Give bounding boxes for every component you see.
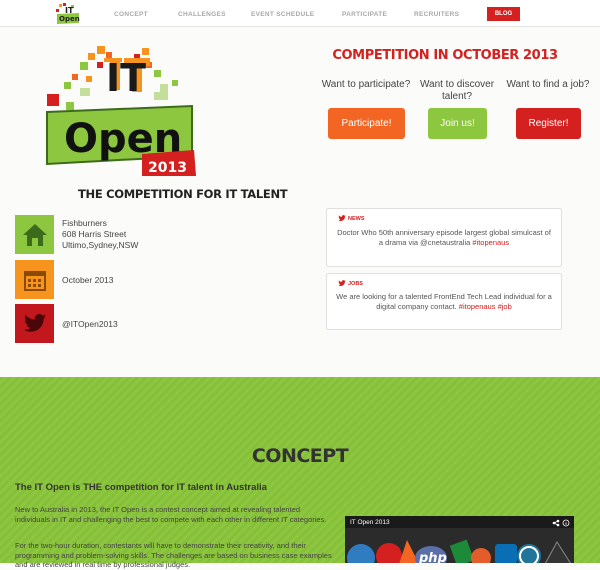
cta-question-discover: Want to discover talent?: [419, 79, 495, 102]
jobs-text: We are looking for a talented FrontEnd T…: [336, 292, 552, 311]
venue-address: Fishburners 608 Harris Street Ultimo,Syd…: [62, 218, 138, 251]
concept-title: CONCEPT: [251, 445, 349, 467]
concept-paragraph-1: New to Australia in 2013, the IT Open is…: [15, 505, 327, 524]
calendar-icon: [15, 260, 54, 299]
twitter-bird-icon: [338, 215, 346, 221]
competition-title: COMPETITION IN OCTOBER 2013: [332, 48, 558, 63]
twitter-icon[interactable]: [15, 304, 54, 343]
twitter-bird-icon: [338, 280, 346, 286]
concept-heading: The IT Open is THE competition for IT ta…: [15, 482, 267, 493]
nav-blog-button[interactable]: BLOG: [487, 7, 520, 21]
top-navbar: IT Open CONCEPT CHALLENGES EVENT SCHEDUL…: [0, 0, 600, 27]
jobs-hashtag-itopenaus[interactable]: #itopenaus: [459, 302, 496, 311]
cta-question-job: Want to find a job?: [506, 79, 590, 90]
news-text: Doctor Who 50th anniversary episode larg…: [337, 228, 551, 247]
home-icon: [15, 215, 54, 254]
jobs-hashtag-job[interactable]: #job: [498, 302, 512, 311]
event-date: October 2013: [62, 275, 114, 285]
svg-text:Open: Open: [59, 15, 80, 23]
nav-challenges[interactable]: CHALLENGES: [178, 11, 226, 18]
news-hashtag[interactable]: #itopenaus: [472, 238, 509, 247]
logo-it-block: IT: [104, 56, 150, 100]
participate-button[interactable]: Participate!: [328, 108, 405, 139]
twitter-handle[interactable]: @ITOpen2013: [62, 319, 118, 330]
cta-question-participate: Want to participate?: [321, 79, 411, 90]
nav-logo[interactable]: IT Open: [56, 3, 80, 25]
join-us-button[interactable]: Join us!: [428, 108, 487, 139]
svg-text:2013: 2013: [148, 160, 187, 176]
video-title: IT Open 2013: [350, 519, 390, 526]
news-label: NEWS: [338, 215, 365, 222]
svg-text:php: php: [418, 551, 447, 563]
concept-paragraph-2: For the two-hour duration, contestants w…: [15, 541, 332, 569]
video-player[interactable]: IT Open 2013 php: [345, 516, 574, 563]
nav-recruiters[interactable]: RECRUITERS: [414, 11, 459, 18]
nav-participate[interactable]: PARTICIPATE: [342, 11, 387, 18]
jobs-card: JOBS We are looking for a talented Front…: [326, 273, 562, 330]
video-thumbnail-tech-logos: php: [345, 528, 574, 563]
svg-text:IT: IT: [106, 56, 146, 100]
jobs-label: JOBS: [338, 280, 363, 287]
nav-concept[interactable]: CONCEPT: [114, 11, 148, 18]
venue-street: 608 Harris Street: [62, 229, 127, 239]
venue-city: Ultimo,Sydney,NSW: [62, 240, 139, 250]
nav-event-schedule[interactable]: EVENT SCHEDULE: [251, 11, 314, 18]
news-card: NEWS Doctor Who 50th anniversary episode…: [326, 208, 562, 267]
register-button[interactable]: Register!: [516, 108, 581, 139]
share-info-icon[interactable]: [550, 519, 570, 527]
tagline: THE COMPETITION FOR IT TALENT: [78, 187, 288, 201]
it-open-logo: IT Open 2013: [46, 46, 196, 176]
venue-name: Fishburners: [62, 218, 107, 228]
